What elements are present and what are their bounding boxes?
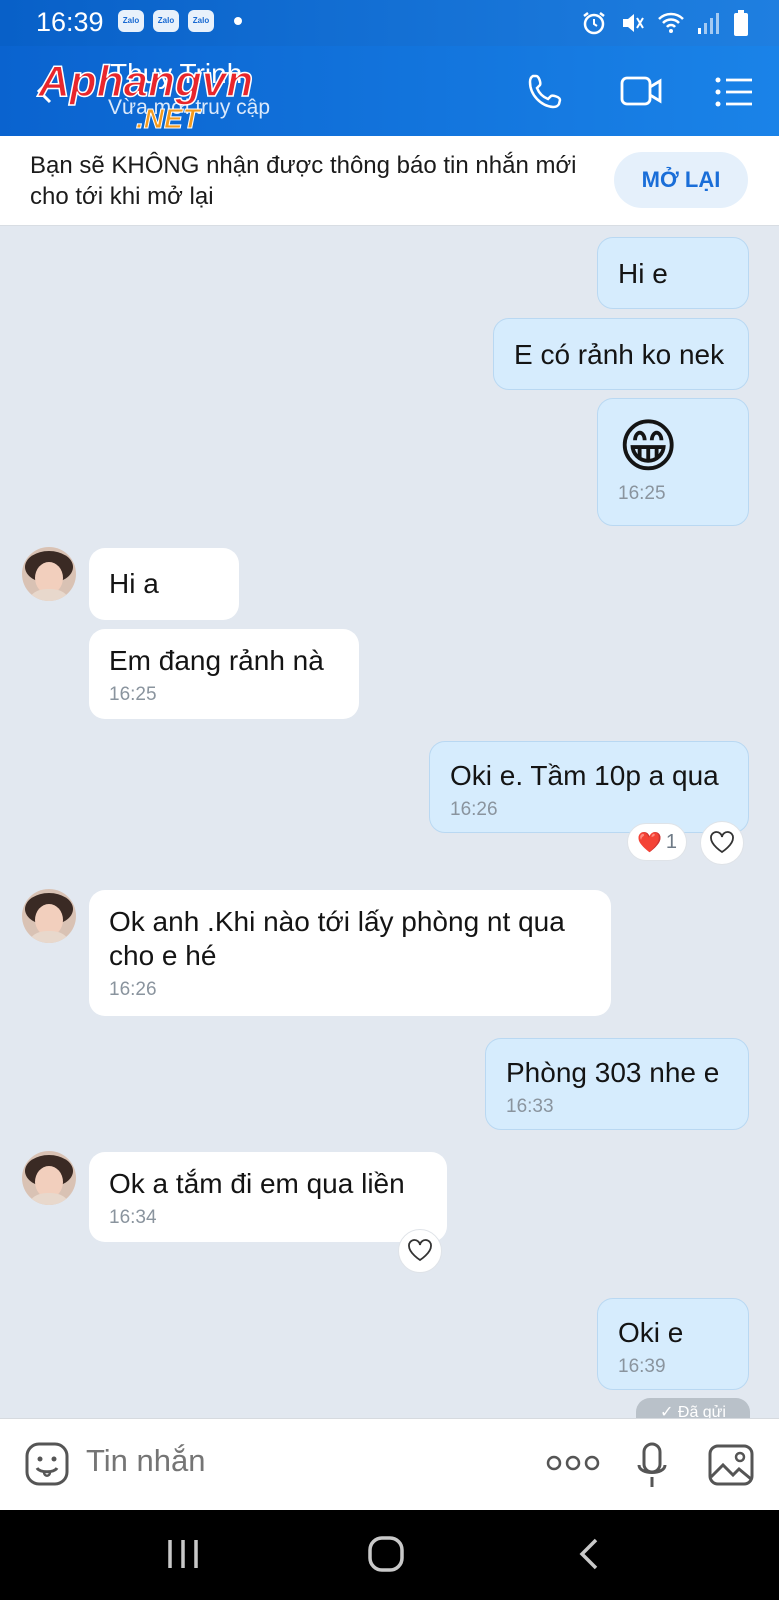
- video-call-icon[interactable]: [618, 68, 666, 116]
- heart-icon: ❤️: [636, 831, 662, 854]
- mute-notice-banner: Bạn sẽ KHÔNG nhận được thông báo tin nhắ…: [0, 136, 779, 226]
- message-time: 16:33: [506, 1096, 554, 1117]
- react-button[interactable]: [398, 1229, 442, 1273]
- message-time: 16:26: [450, 799, 498, 820]
- message-text: Ok a tắm đi em qua liền: [109, 1168, 405, 1199]
- svg-text:.NET: .NET: [136, 103, 203, 132]
- status-time: 16:39: [36, 7, 104, 37]
- message-text: Hi e: [618, 258, 668, 289]
- message-time: 16:39: [618, 1356, 666, 1377]
- message-time: 16:25: [618, 483, 666, 504]
- heart-outline-icon: [710, 831, 734, 854]
- outgoing-message[interactable]: 😁 16:25: [597, 398, 749, 526]
- system-navigation-bar: [0, 1510, 779, 1600]
- outgoing-message[interactable]: Hi e: [597, 237, 749, 309]
- react-button[interactable]: [700, 821, 744, 865]
- watermark-logo: Aphangvn .NET: [36, 56, 254, 132]
- home-icon[interactable]: [366, 1534, 406, 1574]
- outgoing-message[interactable]: Oki e 16:39: [597, 1298, 749, 1390]
- message-composer: [0, 1418, 779, 1510]
- message-text: Phòng 303 nhe e: [506, 1057, 720, 1088]
- heart-outline-icon: [408, 1239, 432, 1262]
- microphone-icon[interactable]: [636, 1441, 668, 1491]
- voice-call-icon[interactable]: [524, 68, 572, 116]
- zalo-notification-icon: Zalo: [188, 10, 214, 32]
- message-text: E có rảnh ko nek: [514, 339, 725, 370]
- message-time: 16:26: [109, 979, 157, 1000]
- message-text: Oki e: [618, 1317, 684, 1348]
- message-text: Oki e. Tầm 10p a qua: [450, 760, 719, 791]
- heart-reaction-badge[interactable]: ❤️ 1: [627, 823, 687, 861]
- incoming-message[interactable]: Ok a tắm đi em qua liền 16:34: [89, 1152, 447, 1242]
- back-icon[interactable]: [576, 1536, 604, 1572]
- more-notifications-dot: [234, 17, 242, 25]
- sticker-icon[interactable]: [24, 1441, 70, 1487]
- image-gallery-icon[interactable]: [707, 1443, 755, 1487]
- outgoing-message[interactable]: Phòng 303 nhe e 16:33: [485, 1038, 749, 1130]
- outgoing-message[interactable]: E có rảnh ko nek: [493, 318, 749, 390]
- zalo-notification-icon: Zalo: [153, 10, 179, 32]
- grinning-emoji: 😁: [618, 414, 679, 479]
- signal-icon: [698, 13, 719, 34]
- message-input[interactable]: [86, 1443, 466, 1479]
- alarm-icon: [583, 12, 605, 35]
- contact-avatar[interactable]: [22, 889, 76, 943]
- more-options-icon[interactable]: [546, 1453, 600, 1473]
- message-text: Em đang rảnh nà: [109, 645, 324, 676]
- svg-text:Aphangvn: Aphangvn: [37, 57, 253, 106]
- contact-avatar[interactable]: [22, 547, 76, 601]
- reaction-count: 1: [665, 830, 678, 853]
- chat-header: Thuy Trinh Vừa mới truy cập Aphangvn .NE…: [0, 46, 779, 136]
- message-text: Hi a: [109, 568, 159, 599]
- recent-apps-icon[interactable]: [166, 1536, 200, 1572]
- wifi-icon: [658, 12, 684, 33]
- message-time: 16:25: [109, 684, 157, 705]
- battery-icon: [734, 10, 748, 36]
- contact-avatar[interactable]: [22, 1151, 76, 1205]
- outgoing-message[interactable]: Oki e. Tầm 10p a qua 16:26: [429, 741, 749, 833]
- message-text: Ok anh .Khi nào tới lấy phòng nt qua cho…: [109, 906, 565, 971]
- message-time: 16:34: [109, 1207, 157, 1228]
- zalo-notification-icon: Zalo: [118, 10, 144, 32]
- reopen-notifications-button[interactable]: MỞ LẠI: [614, 152, 748, 208]
- mute-notice-text: Bạn sẽ KHÔNG nhận được thông báo tin nhắ…: [30, 152, 577, 210]
- incoming-message[interactable]: Em đang rảnh nà 16:25: [89, 629, 359, 719]
- incoming-message[interactable]: Ok anh .Khi nào tới lấy phòng nt qua cho…: [89, 890, 611, 1016]
- status-bar: 16:39 Zalo Zalo Zalo: [0, 0, 779, 46]
- incoming-message[interactable]: Hi a: [89, 548, 239, 620]
- vibrate-mute-icon: [623, 14, 644, 32]
- menu-list-icon[interactable]: [710, 68, 758, 116]
